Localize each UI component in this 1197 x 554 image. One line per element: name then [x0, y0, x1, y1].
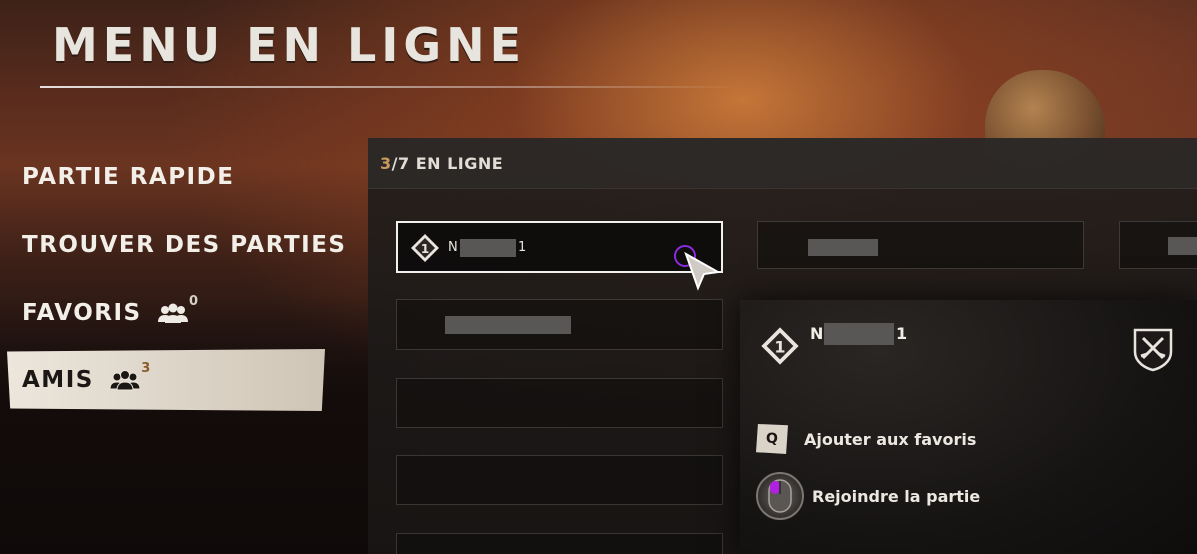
menu-item-amis[interactable]: AMIS 3	[7, 349, 325, 411]
panel-header: 3/7 EN LIGNE	[368, 138, 1197, 189]
rank-number: 1	[421, 242, 429, 256]
friends-count: 3	[141, 361, 152, 376]
rank-diamond-icon: 1	[410, 233, 440, 263]
online-current: 3	[380, 154, 392, 173]
friend-slot[interactable]	[396, 299, 723, 350]
online-total: /7 EN LIGNE	[391, 154, 504, 173]
menu-item-label: AMIS	[22, 367, 94, 393]
mouse-button-icon	[756, 472, 804, 520]
online-counter: 3/7 EN LIGNE	[380, 154, 503, 173]
friend-name-first: N	[448, 240, 458, 255]
menu-item-favoris[interactable]: FAVORIS 0	[22, 294, 198, 326]
redacted-name	[808, 239, 878, 256]
friend-slot[interactable]	[757, 221, 1084, 269]
join-game-action[interactable]: Rejoindre la partie	[756, 472, 980, 520]
redacted-name	[460, 239, 516, 257]
empty-slot	[396, 378, 723, 428]
people-icon: 3	[108, 361, 150, 391]
friend-slot[interactable]: 1 N 1	[396, 221, 723, 273]
popup-name-first: N	[810, 324, 824, 343]
action-label: Ajouter aux favoris	[804, 429, 977, 449]
add-to-favorites-action[interactable]: Q Ajouter aux favoris	[756, 424, 976, 454]
rank-number: 1	[774, 338, 785, 357]
redacted-name	[445, 316, 571, 334]
popup-name-last: 1	[896, 324, 908, 343]
empty-slot	[396, 533, 723, 554]
action-label: Rejoindre la partie	[812, 486, 981, 506]
redacted-name	[1168, 237, 1197, 255]
menu-item-partie-rapide[interactable]: PARTIE RAPIDE	[22, 164, 234, 190]
menu-item-label: TROUVER DES PARTIES	[22, 232, 347, 258]
menu-item-trouver-des-parties[interactable]: TROUVER DES PARTIES	[22, 232, 346, 258]
redacted-name	[824, 323, 894, 345]
crossed-swords-icon[interactable]	[1131, 326, 1175, 372]
people-icon: 0	[156, 294, 198, 324]
friend-popup: 1 N 1 Q Ajouter aux favoris Rejoindre la…	[740, 300, 1197, 554]
menu-item-label: FAVORIS	[22, 300, 142, 326]
friend-slot[interactable]	[1119, 221, 1197, 269]
rank-diamond-icon: 1	[760, 326, 800, 366]
page-title: MENU EN LIGNE	[52, 18, 527, 72]
pointer-cursor-icon	[684, 252, 722, 291]
favorites-count: 0	[189, 294, 200, 309]
menu-item-label: PARTIE RAPIDE	[22, 164, 235, 190]
title-divider	[40, 86, 740, 88]
friend-name-last: 1	[518, 240, 527, 255]
empty-slot	[396, 455, 723, 505]
background-silhouette	[0, 294, 420, 554]
q-key-icon: Q	[756, 424, 788, 454]
